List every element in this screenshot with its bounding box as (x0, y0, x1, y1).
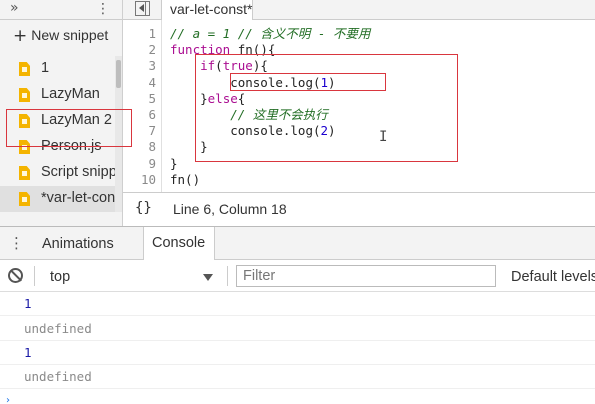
console-value: undefined (24, 321, 92, 336)
annotation-box-console-output (6, 109, 132, 147)
new-snippet-label: New snippet (31, 27, 109, 43)
line-number[interactable]: 9 (123, 156, 160, 172)
prompt-chevron-icon: › (6, 395, 10, 404)
code-line: fn() (170, 172, 370, 188)
line-number[interactable]: 5 (123, 91, 160, 107)
cursor-position: Line 6, Column 18 (173, 201, 287, 217)
file-icon (19, 166, 30, 180)
console-drawer: ⋮ Animations Console top Default levels … (0, 226, 595, 404)
console-message: undefined (0, 317, 595, 341)
sidebar-menu-icon[interactable]: ⋮ (96, 1, 110, 17)
file-icon (19, 192, 30, 206)
file-icon (19, 88, 30, 102)
sidebar-header: » ⋮ (0, 0, 122, 20)
line-number[interactable]: 2 (123, 42, 160, 58)
code-comment: // a = 1 // 含义不明 - 不要用 (170, 26, 371, 41)
console-prompt[interactable]: › (0, 395, 595, 404)
annotation-box-console-log (230, 73, 386, 91)
sidebar-scrollbar-thumb[interactable] (116, 60, 121, 88)
drawer-menu-icon[interactable]: ⋮ (9, 234, 24, 252)
code-text: } (170, 155, 178, 171)
tab-var-let-const[interactable]: var-let-const* (161, 0, 253, 20)
file-icon (19, 62, 30, 76)
line-number[interactable]: 3 (123, 58, 160, 74)
editor-tab-bar: var-let-const* (123, 0, 595, 20)
context-selector[interactable]: top (50, 269, 70, 285)
new-snippet-button[interactable]: + New snippet (13, 26, 123, 46)
console-messages: 1 undefined 1 undefined (0, 292, 595, 404)
console-message: undefined (0, 365, 595, 389)
drawer-tab-bar: ⋮ Animations Console (0, 227, 595, 260)
plus-icon: + (13, 26, 28, 46)
console-message: 1 (0, 341, 595, 365)
snippet-item[interactable]: 1 (0, 56, 115, 82)
line-number[interactable]: 10 (123, 172, 160, 188)
filter-input[interactable] (236, 265, 496, 287)
more-tabs-chevron-icon[interactable]: » (10, 0, 19, 16)
console-value: 1 (24, 345, 32, 360)
line-number[interactable]: 4 (123, 75, 160, 91)
editor-status-bar: {} Line 6, Column 18 (123, 192, 595, 226)
console-toolbar: top Default levels (0, 260, 595, 292)
snippet-item-selected[interactable]: *var-let-const (0, 186, 115, 212)
snippet-label: *var-let-const (41, 190, 115, 206)
snippet-label: LazyMan (41, 86, 100, 102)
tab-animations[interactable]: Animations (42, 236, 114, 252)
pretty-print-button[interactable]: {} (135, 200, 152, 216)
console-message: 1 (0, 292, 595, 316)
tab-label: Console (152, 235, 206, 251)
toolbar-divider (227, 266, 228, 286)
dropdown-arrow-icon[interactable] (203, 274, 213, 281)
tab-label: var-let-const* (170, 1, 253, 17)
snippet-label: 1 (41, 60, 50, 76)
log-levels-dropdown[interactable]: Default levels (511, 269, 595, 285)
code-text: fn() (170, 171, 201, 187)
gutter-divider (161, 20, 162, 192)
snippet-label: Script snippet (41, 164, 115, 180)
console-value: undefined (24, 369, 92, 384)
snippet-item[interactable]: Script snippet (0, 160, 115, 186)
tab-console[interactable]: Console (143, 227, 215, 260)
clear-console-icon[interactable] (8, 268, 23, 283)
code-line: // a = 1 // 含义不明 - 不要用 (170, 26, 370, 42)
line-number-gutter: 1 2 3 4 5 6 7 8 9 10 (123, 26, 160, 188)
snippet-item[interactable]: LazyMan (0, 82, 115, 108)
console-value: 1 (24, 296, 32, 311)
toggle-navigator-icon[interactable] (135, 1, 150, 16)
line-number[interactable]: 1 (123, 26, 160, 42)
annotation-box-if-else (195, 54, 458, 162)
toolbar-divider (34, 266, 35, 286)
